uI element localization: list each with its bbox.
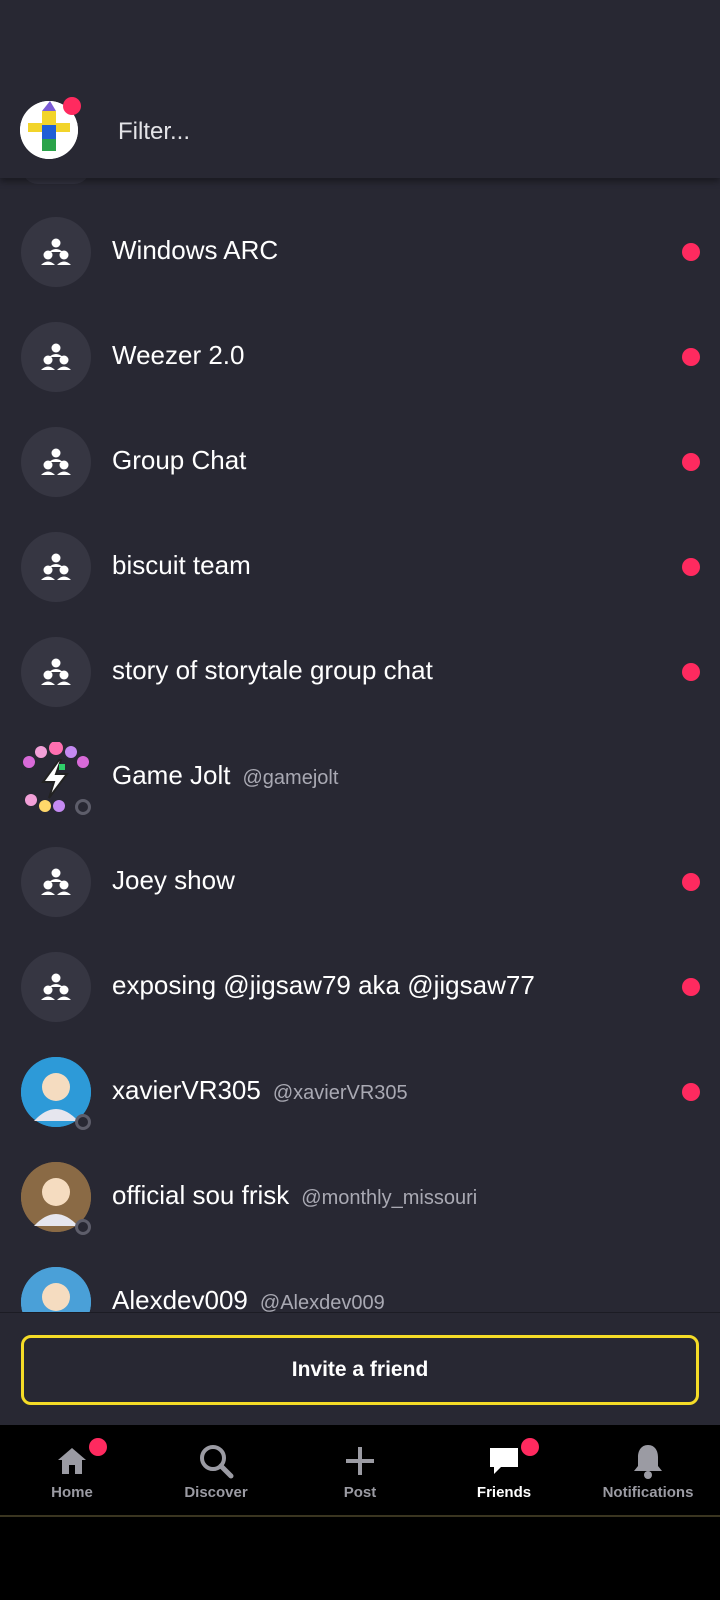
group-icon — [21, 322, 91, 392]
chat-handle: @gamejolt — [242, 767, 339, 789]
group-icon — [21, 637, 91, 707]
chat-title: Weezer 2.0 — [112, 340, 245, 370]
chat-title: Windows ARC — [112, 235, 279, 265]
chat-title: official sou frisk — [112, 1180, 290, 1210]
plus-icon — [344, 1442, 376, 1480]
nav-discover-label: Discover — [184, 1484, 248, 1501]
chat-name: Weezer 2.0 — [112, 340, 244, 371]
invite-friend-button[interactable]: Invite a friend — [21, 1335, 699, 1405]
home-badge — [89, 1438, 107, 1456]
unread-indicator — [682, 873, 700, 891]
chat-app: Windows ARC Weezer 2.0 Group Chat biscuit t… — [0, 0, 720, 1600]
filter-bar — [0, 0, 720, 178]
nav-notifications-label: Notifications — [602, 1484, 694, 1501]
chat-title: Group Chat — [112, 445, 247, 475]
chat-row[interactable]: Alexdev009 @Alexdev009 — [0, 1249, 720, 1312]
unread-indicator — [682, 453, 700, 471]
chat-title: Game Jolt — [112, 760, 231, 790]
chat-row[interactable]: official sou frisk @monthly_missouri — [0, 1144, 720, 1249]
home-icon — [56, 1442, 88, 1480]
chat-name: Group Chat — [112, 445, 246, 476]
chat-handle: @xavierVR305 — [272, 1082, 408, 1104]
chat-title: story of storytale group chat — [112, 655, 433, 685]
chat-bubble-icon — [487, 1442, 521, 1480]
group-icon — [21, 217, 91, 287]
chat-title: Joey show — [112, 865, 235, 895]
friends-badge — [521, 1438, 539, 1456]
chat-name: exposing @jigsaw79 aka @jigsaw77 — [112, 970, 535, 1001]
chat-name: biscuit team — [112, 550, 251, 581]
chat-row[interactable]: Joey show — [0, 829, 720, 934]
unread-indicator — [682, 348, 700, 366]
unread-indicator — [682, 558, 700, 576]
chat-row[interactable]: xavierVR305 @xavierVR305 — [0, 1039, 720, 1144]
chat-name: official sou frisk @monthly_missouri — [112, 1180, 477, 1211]
nav-discover[interactable]: Discover — [144, 1425, 288, 1517]
unread-indicator — [682, 978, 700, 996]
chat-row[interactable]: story of storytale group chat — [0, 619, 720, 724]
nav-friends-label: Friends — [476, 1484, 532, 1501]
nav-post-label: Post — [343, 1484, 377, 1501]
chat-title: biscuit team — [112, 550, 251, 580]
partial-avatar — [22, 178, 90, 184]
chat-row[interactable]: exposing @jigsaw79 aka @jigsaw77 — [0, 934, 720, 1039]
chat-name: Windows ARC — [112, 235, 278, 266]
group-icon — [21, 427, 91, 497]
chat-handle: @monthly_missouri — [301, 1187, 478, 1209]
chat-name: Game Jolt @gamejolt — [112, 760, 338, 791]
nav-home[interactable]: Home — [0, 1425, 144, 1517]
profile-notification-badge — [63, 97, 81, 115]
chat-name: story of storytale group chat — [112, 655, 433, 686]
user-avatar — [21, 1267, 91, 1312]
unread-indicator — [682, 243, 700, 261]
chat-name: Joey show — [112, 865, 235, 896]
group-icon — [21, 847, 91, 917]
bell-icon — [632, 1442, 664, 1480]
chat-name: Alexdev009 @Alexdev009 — [112, 1285, 385, 1312]
chat-row[interactable]: Weezer 2.0 — [0, 304, 720, 409]
chat-title: exposing @jigsaw79 aka @jigsaw77 — [112, 970, 535, 1000]
unread-indicator — [682, 1083, 700, 1101]
group-icon — [21, 532, 91, 602]
chat-row[interactable]: biscuit team — [0, 514, 720, 619]
chat-title: xavierVR305 — [112, 1075, 261, 1105]
group-icon — [21, 952, 91, 1022]
offline-status-indicator — [75, 799, 91, 815]
nav-home-label: Home — [51, 1484, 93, 1501]
chat-row[interactable]: Group Chat — [0, 409, 720, 514]
bottom-navigation: Home Discover Post Friends Notifications — [0, 1425, 720, 1517]
system-navigation-area — [0, 1517, 720, 1600]
chat-handle: @Alexdev009 — [259, 1292, 385, 1312]
invite-section: Invite a friend — [0, 1312, 720, 1425]
nav-friends[interactable]: Friends — [432, 1425, 576, 1517]
chat-list[interactable]: Windows ARC Weezer 2.0 Group Chat biscuit t… — [0, 178, 720, 1312]
unread-indicator — [682, 663, 700, 681]
nav-notifications[interactable]: Notifications — [576, 1425, 720, 1517]
offline-status-indicator — [75, 1114, 91, 1130]
search-icon — [198, 1442, 234, 1480]
chat-title: Alexdev009 — [112, 1285, 248, 1312]
chat-row[interactable]: Windows ARC — [0, 199, 720, 304]
nav-post[interactable]: Post — [288, 1425, 432, 1517]
chat-row[interactable]: Game Jolt @gamejolt — [0, 724, 720, 829]
offline-status-indicator — [75, 1219, 91, 1235]
filter-input[interactable] — [118, 112, 678, 152]
chat-name: xavierVR305 @xavierVR305 — [112, 1075, 408, 1106]
